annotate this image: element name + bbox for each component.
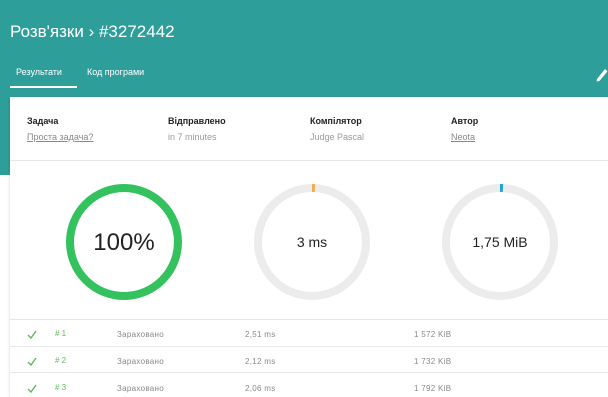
- checkmark-icon: [27, 330, 37, 339]
- test-time: 2,51 ms: [245, 330, 276, 339]
- sidebar-edge: [0, 97, 10, 175]
- test-time: 2,06 ms: [245, 384, 276, 393]
- author-link-text[interactable]: Neota: [451, 132, 475, 142]
- time-gauge: 3 ms: [254, 184, 370, 300]
- score-gauge: 100%: [66, 184, 182, 300]
- test-status: Зараховано: [117, 384, 165, 393]
- test-status: Зараховано: [117, 357, 165, 366]
- app-header: Розв'язки › #3272442 Результати Код прог…: [0, 0, 608, 97]
- test-status: Зараховано: [117, 330, 165, 339]
- author-label: Автор: [451, 116, 479, 126]
- compiler-value: Judge Pascal: [310, 132, 365, 142]
- time-gauge-label: 3 ms: [297, 234, 327, 250]
- sent-label: Відправлено: [168, 116, 226, 126]
- score-gauge-label: 100%: [93, 229, 154, 256]
- test-id: # 1: [55, 329, 67, 338]
- test-memory: 1 792 KiB: [414, 384, 452, 393]
- memory-gauge: 1,75 MiB: [442, 184, 558, 300]
- task-link[interactable]: Проста задача?: [27, 132, 93, 142]
- test-memory: 1 572 KiB: [414, 330, 452, 339]
- row-divider: [10, 372, 608, 373]
- test-time: 2,12 ms: [245, 357, 276, 366]
- tab-source-code[interactable]: Код програми: [87, 67, 144, 77]
- checkmark-icon: [27, 384, 37, 393]
- tests-divider: [10, 319, 608, 320]
- info-divider: [10, 160, 608, 161]
- checkmark-icon: [27, 357, 37, 366]
- test-id: # 2: [55, 356, 67, 365]
- page-title: Розв'язки › #3272442: [10, 22, 175, 41]
- task-label: Задача: [27, 116, 59, 126]
- test-memory: 1 732 KiB: [414, 357, 452, 366]
- tab-results[interactable]: Результати: [16, 67, 62, 77]
- memory-gauge-label: 1,75 MiB: [472, 234, 527, 250]
- author-link[interactable]: Neota: [451, 132, 475, 142]
- task-link-text[interactable]: Проста задача?: [27, 132, 93, 142]
- test-id: # 3: [55, 383, 67, 392]
- active-tab-indicator: [10, 86, 77, 88]
- compiler-label: Компілятор: [310, 116, 362, 126]
- sent-value: in 7 minutes: [168, 132, 217, 142]
- pencil-icon[interactable]: [594, 66, 608, 82]
- row-divider: [10, 346, 608, 347]
